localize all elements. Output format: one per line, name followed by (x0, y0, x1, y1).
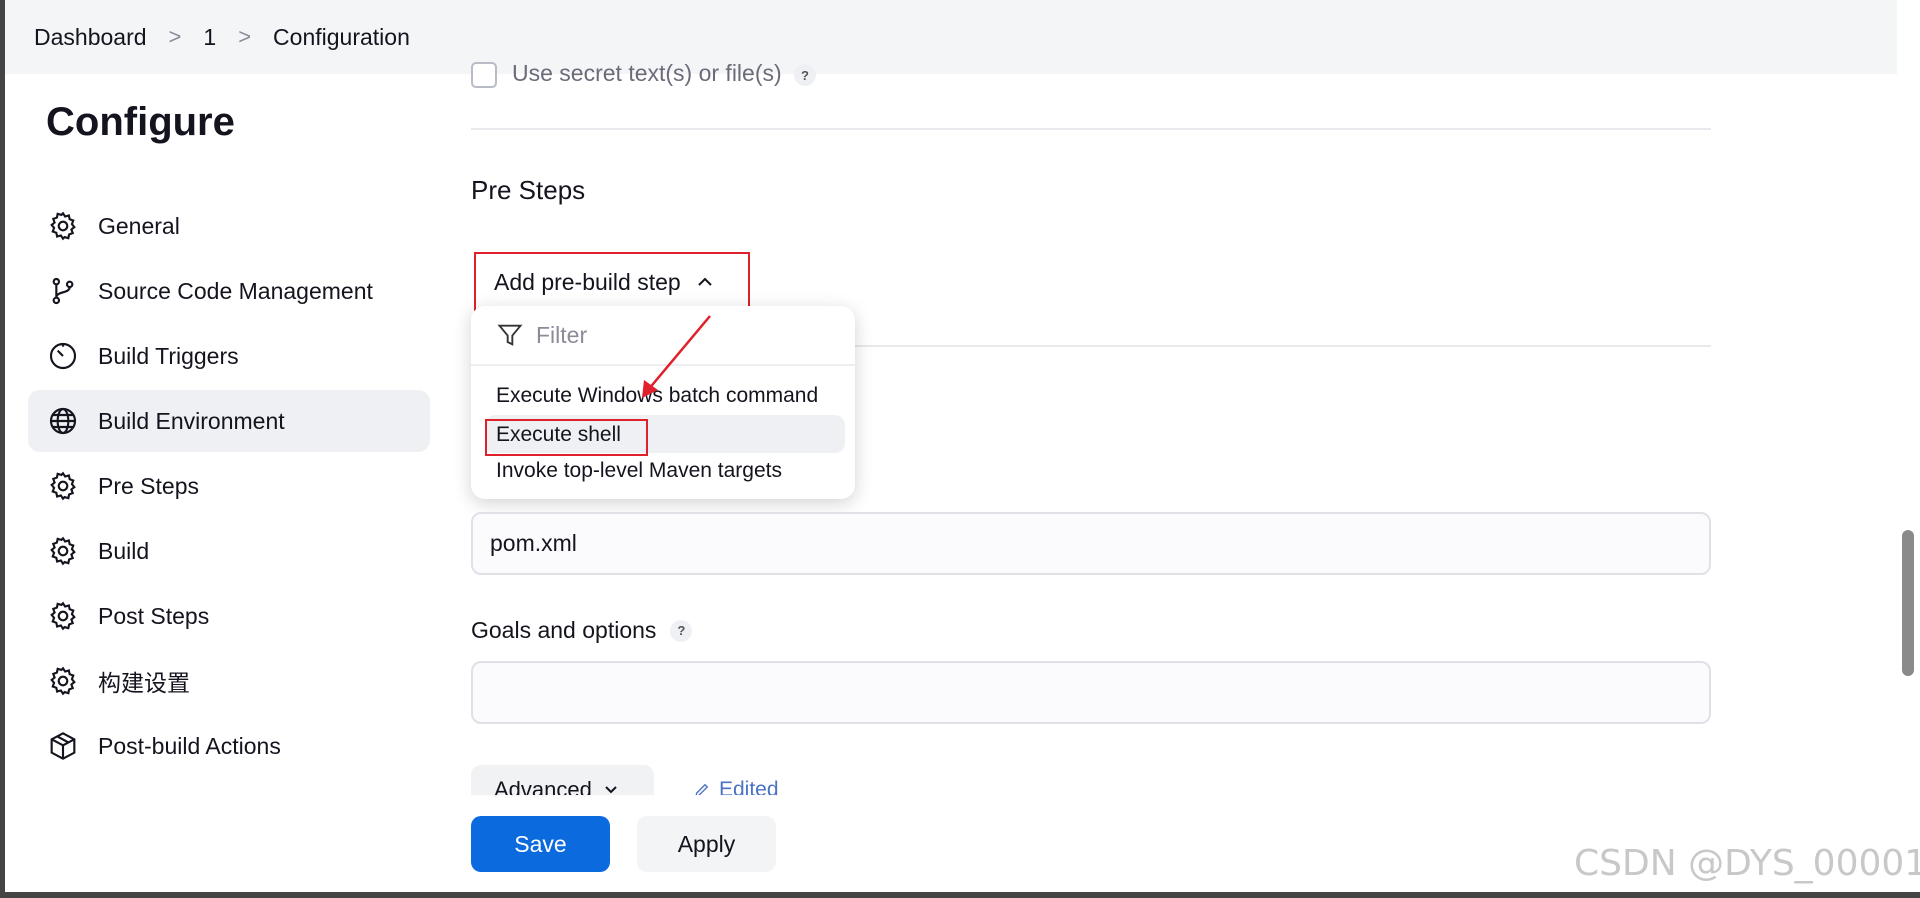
option-invoke-maven-targets[interactable]: Invoke top-level Maven targets (496, 459, 782, 483)
breadcrumb: Dashboard > 1 > Configuration (5, 0, 1897, 74)
sidebar-item-build-settings[interactable]: 构建设置 (28, 650, 430, 712)
add-pre-build-step-button[interactable]: Add pre-build step (474, 252, 750, 312)
chevron-up-icon (697, 272, 713, 293)
secret-checkbox[interactable] (471, 62, 497, 88)
secret-checkbox-label: Use secret text(s) or file(s) (512, 60, 782, 86)
chevron-down-icon (605, 786, 617, 794)
filter-icon (497, 324, 523, 346)
package-icon (46, 729, 80, 763)
add-pre-build-step-label: Add pre-build step (494, 268, 681, 295)
goals-label-text: Goals and options (471, 617, 657, 643)
sidebar-item-label: General (98, 212, 180, 239)
save-button[interactable]: Save (471, 816, 610, 872)
scrollbar-thumb[interactable] (1902, 530, 1914, 676)
sidebar-item-label: 构建设置 (98, 670, 190, 696)
breadcrumb-job[interactable]: 1 (203, 24, 216, 51)
sidebar-item-label: Pre Steps (98, 472, 199, 499)
apply-button[interactable]: Apply (637, 816, 776, 872)
sidebar-item-build-environment[interactable]: Build Environment (28, 390, 430, 452)
breadcrumb-configuration[interactable]: Configuration (273, 24, 410, 51)
globe-icon (46, 404, 80, 438)
pre-steps-section-title: Pre Steps (471, 175, 586, 205)
section-divider (820, 345, 1711, 347)
sidebar-item-label: Source Code Management (98, 277, 373, 304)
sidebar-item-post-build-actions[interactable]: Post-build Actions (28, 715, 430, 777)
scrollbar-track[interactable] (1897, 0, 1920, 898)
sidebar-item-build[interactable]: Build (28, 520, 430, 582)
gear-icon (46, 469, 80, 503)
gear-icon (46, 664, 80, 698)
sidebar-item-build-triggers[interactable]: Build Triggers (28, 325, 430, 387)
goals-and-options-label: Goals and options ? (471, 617, 693, 644)
sidebar-item-general[interactable]: General (28, 195, 430, 257)
sidebar: General Source Code Management Build Tri… (28, 195, 430, 780)
annotation-arrow-icon (642, 315, 711, 398)
sidebar-item-pre-steps[interactable]: Pre Steps (28, 455, 430, 517)
sidebar-item-label: Build Environment (98, 407, 285, 434)
clock-icon (46, 339, 80, 373)
gear-icon (46, 534, 80, 568)
section-divider (471, 128, 1711, 130)
window-frame-bottom (0, 892, 1920, 898)
root-pom-input[interactable]: pom.xml (471, 512, 1711, 575)
watermark: CSDN @DYS_00001 (1574, 843, 1920, 884)
breadcrumb-dashboard[interactable]: Dashboard (34, 24, 147, 51)
help-icon[interactable]: ? (794, 64, 816, 86)
sidebar-item-label: Post-build Actions (98, 732, 281, 759)
sidebar-item-label: Build Triggers (98, 342, 239, 369)
sidebar-title: Configure (46, 100, 235, 144)
sidebar-item-post-steps[interactable]: Post Steps (28, 585, 430, 647)
branch-icon (46, 274, 80, 308)
annotation-highlight-box (485, 419, 648, 456)
sidebar-item-source-code-management[interactable]: Source Code Management (28, 260, 430, 322)
filter-input[interactable]: Filter (536, 322, 587, 349)
sidebar-item-label: Post Steps (98, 602, 210, 629)
breadcrumb-separator-icon: > (168, 24, 182, 49)
sidebar-item-label: Build (98, 537, 150, 564)
window-frame-left (0, 0, 5, 898)
gear-icon (46, 599, 80, 633)
goals-and-options-input[interactable] (471, 661, 1711, 724)
breadcrumb-separator-icon: > (238, 24, 252, 49)
gear-icon (46, 209, 80, 243)
help-icon[interactable]: ? (670, 619, 693, 642)
